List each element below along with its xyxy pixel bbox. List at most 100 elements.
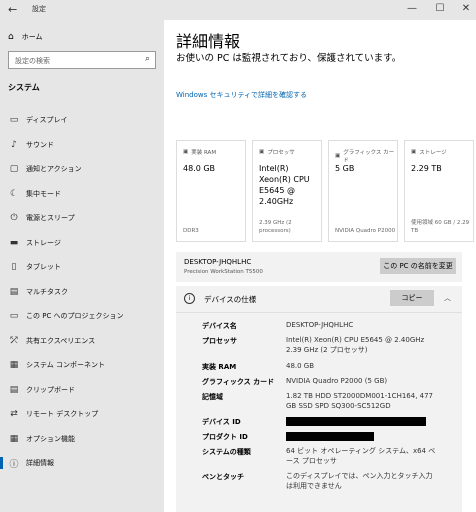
card-sub: DDR3	[183, 228, 199, 234]
sidebar-item[interactable]: ☾ 集中モード	[0, 182, 164, 207]
card-value: 2.29 TB	[411, 164, 442, 173]
card-header: ▣ プロセッサ	[259, 148, 295, 156]
back-arrow-icon[interactable]: ←	[8, 3, 17, 16]
sound-icon: ♪	[11, 139, 17, 150]
search-placeholder: 設定の検索	[15, 57, 50, 65]
card-header-label: グラフィックス カード	[343, 150, 395, 164]
redacted-product-id	[286, 432, 374, 441]
device-bar: DESKTOP-JHQHLHC Precision WorkStation T5…	[176, 252, 462, 282]
protection-notice: お使いの PC は監視されており、保護されています。	[176, 53, 402, 64]
spec-card: ▣ プロセッサ Intel(R) Xeon(R) CPU E5645 @ 2.40G…	[252, 140, 322, 242]
main-content: 詳細情報 お使いの PC は監視されており、保護されています。 Windows …	[164, 20, 476, 512]
spec-row-product-id: プロダクト ID	[202, 432, 436, 445]
sidebar-item[interactable]: ▭ ディスプレイ	[0, 108, 164, 133]
spec-value: 1.82 TB HDD ST2000DM001-1CH164, 477 GB S…	[286, 392, 434, 410]
sidebar-item[interactable]: ▢ 通知とアクション	[0, 157, 164, 182]
home-icon: ⌂	[8, 32, 14, 42]
sidebar-item-label: 電源とスリープ	[26, 214, 75, 223]
sidebar-item-label: システム コンポーネント	[26, 361, 106, 370]
sidebar-item[interactable]: ⓘ 詳細情報	[0, 451, 164, 476]
device-specs-header[interactable]: i デバイスの仕様 コピー ︿	[176, 286, 462, 313]
sidebar-item[interactable]: ⇄ リモート デスクトップ	[0, 402, 164, 427]
clipboard-icon: ▤	[9, 384, 19, 395]
security-link[interactable]: Windows セキュリティで詳細を確認する	[176, 90, 307, 100]
spec-row-device-name: デバイス名 DESKTOP-JHQHLHC	[202, 321, 436, 331]
shared-icon: ⤱	[10, 335, 18, 346]
close-button[interactable]: ✕	[458, 3, 474, 15]
device-model: Precision WorkStation T5500	[184, 269, 263, 275]
power-icon: ⏻	[10, 213, 18, 224]
spec-key: デバイス名	[202, 322, 237, 330]
search-input[interactable]: 設定の検索 ⌕	[8, 51, 156, 69]
spec-key: プロダクト ID	[202, 433, 248, 441]
spec-card: ▣ ストレージ 2.29 TB 使用領域 60 GB / 2.29 TB	[404, 140, 474, 242]
spec-row-pen-touch: ペンとタッチ このディスプレイでは、ペン入力とタッチ入力は利用できません	[202, 472, 436, 491]
spec-card: ▣ 実装 RAM 48.0 GB DDR3	[176, 140, 246, 242]
section-title: システム	[8, 83, 40, 92]
sidebar-item-label: タブレット	[26, 263, 61, 272]
spec-key: プロセッサ	[202, 337, 237, 345]
window-title: 設定	[32, 5, 46, 13]
spec-cards: ▣ 実装 RAM 48.0 GB DDR3 ▣ プロセッサ Intel(R) Xeon(R)…	[176, 140, 474, 242]
sidebar-item-label: マルチタスク	[26, 287, 68, 296]
sidebar-home[interactable]: ⌂ ホーム	[8, 32, 43, 42]
sidebar-item[interactable]: ♪ サウンド	[0, 133, 164, 158]
minimize-button[interactable]: —	[404, 3, 420, 15]
sidebar-item-label: この PC へのプロジェクション	[26, 312, 124, 321]
spec-key: ペンとタッチ	[202, 473, 244, 481]
device-specs-section: i デバイスの仕様 コピー ︿ デバイス名 DESKTOP-JHQHLHC プロセ…	[176, 286, 462, 512]
spec-row-storage: 記憶域 1.82 TB HDD ST2000DM001-1CH164, 477 G…	[202, 392, 436, 411]
page-title: 詳細情報	[176, 32, 241, 51]
spec-value: NVIDIA Quadro P2000 (5 GB)	[286, 377, 388, 385]
card-icon: ▣	[183, 149, 189, 155]
sidebar-item-label: 通知とアクション	[26, 165, 82, 174]
copy-button[interactable]: コピー	[390, 290, 434, 306]
sidebar-item[interactable]: ▦ オプション機能	[0, 427, 164, 452]
spec-row-system-type: システムの種類 64 ビット オペレーティング システム、x64 ベース プロセッ…	[202, 447, 436, 466]
notification-icon: ▢	[9, 164, 19, 175]
sidebar-item[interactable]: ⤱ 共有エクスペリエンス	[0, 329, 164, 354]
display-icon: ▭	[9, 115, 19, 126]
sidebar-item[interactable]: ⏻ 電源とスリープ	[0, 206, 164, 231]
device-specs-title: デバイスの仕様	[204, 295, 257, 304]
sidebar-item-label: 共有エクスペリエンス	[26, 336, 96, 345]
storage-icon: ▬	[9, 237, 19, 248]
sidebar-item-label: 詳細情報	[26, 459, 54, 468]
sidebar-item[interactable]: ▯ タブレット	[0, 255, 164, 280]
card-icon: ▣	[411, 149, 417, 155]
card-icon: ▣	[335, 153, 341, 159]
sidebar-item[interactable]: ▦ システム コンポーネント	[0, 353, 164, 378]
sidebar: ⌂ ホーム 設定の検索 ⌕ システム ▭ ディスプレイ ♪ サウンド ▢ 通知とアクション…	[0, 20, 164, 512]
info-icon: i	[184, 293, 195, 304]
sidebar-item[interactable]: ▭ この PC へのプロジェクション	[0, 304, 164, 329]
spec-key: 実装 RAM	[202, 363, 237, 371]
sidebar-item-label: ディスプレイ	[26, 116, 68, 125]
chevron-up-icon[interactable]: ︿	[444, 293, 451, 303]
redacted-device-id	[286, 417, 426, 426]
spec-value: 64 ビット オペレーティング システム、x64 ベース プロセッサ	[286, 447, 436, 465]
spec-value: DESKTOP-JHQHLHC	[286, 321, 354, 329]
device-name: DESKTOP-JHQHLHC	[184, 258, 252, 266]
card-value: 5 GB	[335, 164, 355, 173]
card-header: ▣ グラフィックス カード	[335, 148, 397, 164]
card-header-label: 実装 RAM	[191, 150, 217, 156]
spec-row-ram: 実装 RAM 48.0 GB	[202, 362, 436, 372]
sidebar-nav: ▭ ディスプレイ ♪ サウンド ▢ 通知とアクション ☾ 集中モード ⏻ 電源とスリープ ▬ ストレー…	[0, 108, 164, 476]
spec-key: システムの種類	[202, 448, 251, 456]
card-value: Intel(R) Xeon(R) CPU E5645 @ 2.40GHz	[259, 164, 310, 206]
card-header-label: ストレージ	[419, 150, 447, 156]
sidebar-item-label: クリップボード	[26, 385, 75, 394]
projection-icon: ▭	[9, 311, 19, 322]
info-icon: ⓘ	[9, 459, 19, 470]
sidebar-item-label: オプション機能	[26, 434, 75, 443]
sidebar-item-label: ストレージ	[26, 238, 61, 247]
sidebar-item[interactable]: ▤ マルチタスク	[0, 280, 164, 305]
rename-pc-button[interactable]: この PC の名前を変更	[380, 258, 456, 274]
spec-row-processor: プロセッサ Intel(R) Xeon(R) CPU E5645 @ 2.40GH…	[202, 336, 436, 355]
card-value: 48.0 GB	[183, 164, 216, 173]
maximize-button[interactable]: ☐	[432, 3, 448, 15]
sidebar-item[interactable]: ▬ ストレージ	[0, 231, 164, 256]
card-header-label: プロセッサ	[267, 150, 295, 156]
options-icon: ▦	[9, 433, 19, 444]
sidebar-item[interactable]: ▤ クリップボード	[0, 378, 164, 403]
